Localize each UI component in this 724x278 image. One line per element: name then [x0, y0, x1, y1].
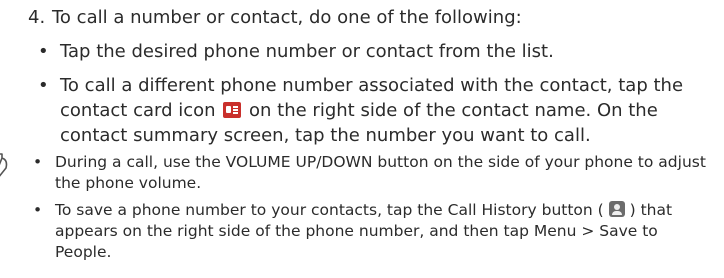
list-item: • To call a different phone number assoc… — [38, 73, 720, 148]
step-number: 4. — [28, 7, 46, 28]
tip-text-with-icon: To save a phone number to your contacts,… — [55, 201, 672, 261]
bullet-dot: • — [33, 201, 43, 219]
tip-pencil-icon — [0, 153, 8, 177]
bullet-dot: • — [38, 41, 49, 62]
step-intro-text: To call a number or contact, do one of t… — [52, 7, 522, 28]
tip-text-part4: . — [106, 243, 112, 261]
bullet-text-with-icon: To call a different phone number associa… — [60, 73, 720, 148]
tip-item: • During a call, use the VOLUME UP/DOWN … — [33, 152, 715, 194]
call-history-icon — [608, 201, 625, 217]
contact-card-icon — [223, 102, 242, 118]
tip-text-part2: button ( — [541, 201, 604, 219]
bullet-dot: • — [38, 75, 49, 96]
step-intro-line: 4. To call a number or contact, do one of… — [28, 6, 522, 30]
bullet-text: Tap the desired phone number or contact … — [60, 41, 554, 62]
bullet-dot: • — [33, 153, 43, 171]
tip-item: • To save a phone number to your contact… — [33, 200, 715, 263]
list-item: • Tap the desired phone number or contac… — [38, 39, 720, 64]
call-history-label: Call History — [447, 201, 537, 219]
tip-text: During a call, use the VOLUME UP/DOWN bu… — [55, 153, 706, 192]
tip-text-part1: To save a phone number to your contacts,… — [55, 201, 443, 219]
